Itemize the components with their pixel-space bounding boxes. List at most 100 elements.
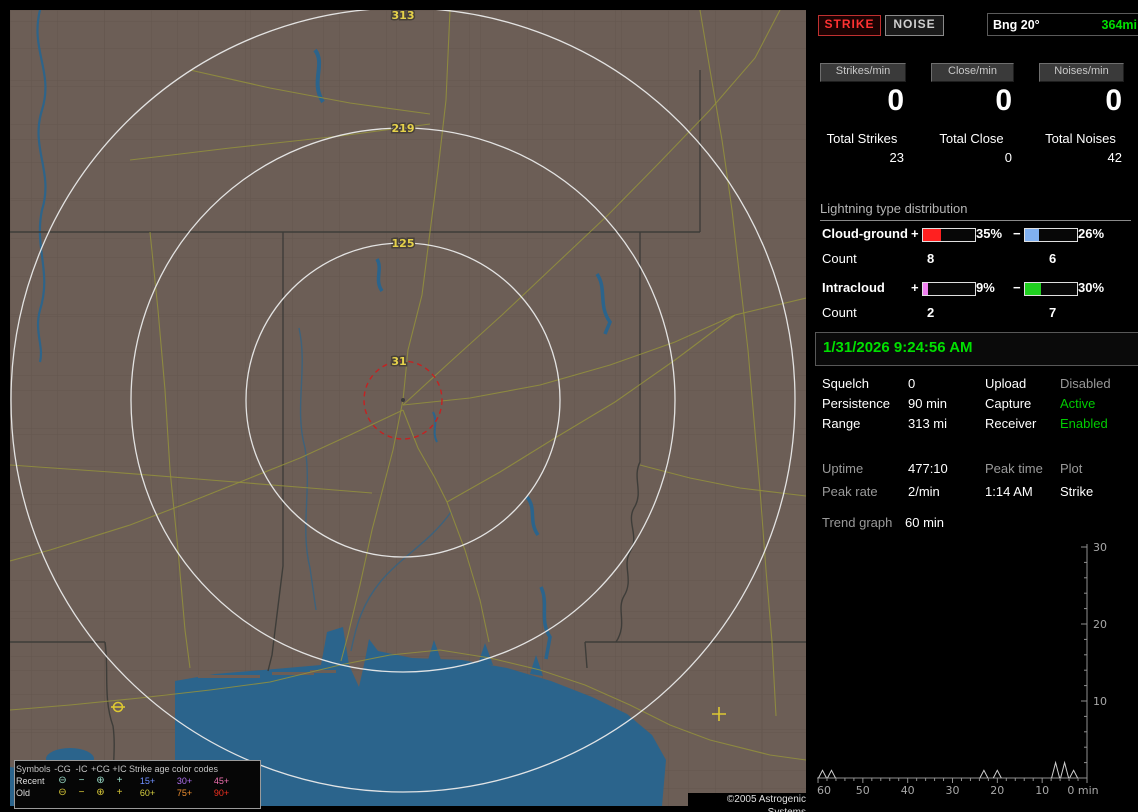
noises-per-min-value: 0 xyxy=(1105,84,1122,117)
range-ring-label: 219 xyxy=(392,122,415,135)
legend-symbols-header: Symbols xyxy=(16,764,51,774)
plus-sign: + xyxy=(911,226,919,241)
x-tick-label: 50 xyxy=(856,784,870,797)
plot-label: Plot xyxy=(1060,461,1083,476)
map-canvas: 313 219 125 31 xyxy=(10,10,806,806)
total-close-value: 0 xyxy=(1004,150,1012,165)
age-code: 15+ xyxy=(139,776,156,786)
negative-ic-icon: − xyxy=(78,787,85,798)
total-noises-value: 42 xyxy=(1107,150,1122,165)
age-code: 60+ xyxy=(139,788,156,798)
total-strikes-label: Total Strikes xyxy=(826,131,898,146)
noise-mode-button[interactable]: NOISE xyxy=(885,15,944,36)
ic-positive-bar-fill xyxy=(923,283,928,295)
minus-sign: − xyxy=(1013,280,1021,295)
count-label: Count xyxy=(822,251,857,266)
close-per-min-header[interactable]: Close/min xyxy=(931,63,1014,82)
positive-cg-icon: ⊕ xyxy=(96,775,105,786)
upload-label: Upload xyxy=(985,376,1027,391)
x-tick-label: 60 xyxy=(817,784,831,797)
ic-negative-count: 7 xyxy=(1049,305,1057,320)
trend-axis-ticks xyxy=(817,546,1088,783)
total-strikes-value: 23 xyxy=(889,150,904,165)
positive-ic-icon: + xyxy=(116,787,123,798)
total-close-label: Total Close xyxy=(939,131,1004,146)
strike-mode-button[interactable]: STRIKE xyxy=(818,15,881,36)
trend-graph: 30 20 10 60 50 40 30 20 10 0 min xyxy=(817,541,1107,797)
range-label: Range xyxy=(822,416,861,431)
legend-type-header: -CG xyxy=(54,764,71,774)
y-tick-label: 10 xyxy=(1093,695,1107,708)
minus-sign: − xyxy=(1013,226,1021,241)
cg-positive-bar xyxy=(922,228,976,242)
status-sidebar: STRIKE NOISE Bng 20° 364mi Strikes/min C… xyxy=(815,10,1138,806)
upload-status: Disabled xyxy=(1060,376,1111,391)
age-code: 75+ xyxy=(176,788,193,798)
trend-window-value: 60 min xyxy=(905,515,945,530)
range-ring-label: 31 xyxy=(391,355,406,368)
range-ring-label: 313 xyxy=(392,10,415,22)
negative-cg-icon: ⊖ xyxy=(58,775,67,786)
cg-positive-bar-fill xyxy=(923,229,942,241)
legend-type-header: +CG xyxy=(91,764,110,774)
bearing-range-value: 364mi xyxy=(1101,17,1137,32)
legend-age-header: Strike age color codes xyxy=(129,764,219,774)
strikes-per-min-value: 0 xyxy=(887,84,904,117)
range-ring-label: 125 xyxy=(392,237,415,250)
cloud-ground-label: Cloud-ground xyxy=(822,226,908,241)
receiver-location-dot xyxy=(401,398,405,402)
cg-positive-count: 8 xyxy=(927,251,935,266)
ic-positive-pct: 9% xyxy=(976,280,995,295)
capture-status: Active xyxy=(1060,396,1096,411)
cg-positive-pct: 35% xyxy=(976,226,1003,241)
positive-cg-icon: ⊕ xyxy=(96,787,105,798)
peak-time-label: Peak time xyxy=(985,461,1043,476)
peak-time-value: 1:14 AM xyxy=(985,484,1033,499)
peak-rate-label: Peak rate xyxy=(822,484,878,499)
cg-negative-bar xyxy=(1024,228,1078,242)
uptime-label: Uptime xyxy=(822,461,864,476)
ic-negative-pct: 30% xyxy=(1078,280,1105,295)
intracloud-label: Intracloud xyxy=(822,280,885,295)
total-noises-label: Total Noises xyxy=(1045,131,1116,146)
peak-rate-value: 2/min xyxy=(908,484,940,499)
persistence-label: Persistence xyxy=(822,396,890,411)
noises-per-min-header[interactable]: Noises/min xyxy=(1039,63,1124,82)
plot-mode-value: Strike xyxy=(1060,484,1094,499)
legend-row-label: Old xyxy=(16,788,31,798)
lightning-map[interactable]: 313 219 125 31 xyxy=(10,10,806,806)
negative-ic-icon: − xyxy=(78,775,85,786)
ic-positive-count: 2 xyxy=(927,305,935,320)
range-value: 313 mi xyxy=(908,416,948,431)
uptime-value: 477:10 xyxy=(908,461,948,476)
count-label: Count xyxy=(822,305,857,320)
persistence-value: 90 min xyxy=(908,396,948,411)
close-per-min-value: 0 xyxy=(995,84,1012,117)
age-code: 45+ xyxy=(213,776,230,786)
capture-label: Capture xyxy=(985,396,1032,411)
receiver-status: Enabled xyxy=(1060,416,1108,431)
squelch-label: Squelch xyxy=(822,376,869,391)
x-tick-label: 30 xyxy=(946,784,960,797)
squelch-value: 0 xyxy=(908,376,916,391)
ic-negative-bar-fill xyxy=(1025,283,1041,295)
cg-negative-bar-fill xyxy=(1025,229,1039,241)
x-axis-end-label: 0 min xyxy=(1067,784,1098,797)
legend-type-header: -IC xyxy=(75,764,88,774)
cg-negative-count: 6 xyxy=(1049,251,1057,266)
legend-row-label: Recent xyxy=(16,776,45,786)
x-tick-label: 40 xyxy=(901,784,915,797)
y-tick-label: 30 xyxy=(1093,541,1107,554)
bearing-readout: Bng 20° 364mi xyxy=(987,13,1138,36)
ic-positive-bar xyxy=(922,282,976,296)
strikes-per-min-header[interactable]: Strikes/min xyxy=(820,63,906,82)
trend-data-spikes xyxy=(818,760,1079,779)
age-code: 30+ xyxy=(176,776,193,786)
ic-negative-bar xyxy=(1024,282,1078,296)
distribution-title: Lightning type distribution xyxy=(820,201,1131,221)
bearing-value: Bng 20° xyxy=(993,17,1040,32)
map-legend: Symbols -CG -IC +CG +IC Strike age color… xyxy=(14,760,261,809)
receiver-label: Receiver xyxy=(985,416,1037,431)
y-tick-label: 20 xyxy=(1093,618,1107,631)
legend-type-header: +IC xyxy=(112,764,127,774)
